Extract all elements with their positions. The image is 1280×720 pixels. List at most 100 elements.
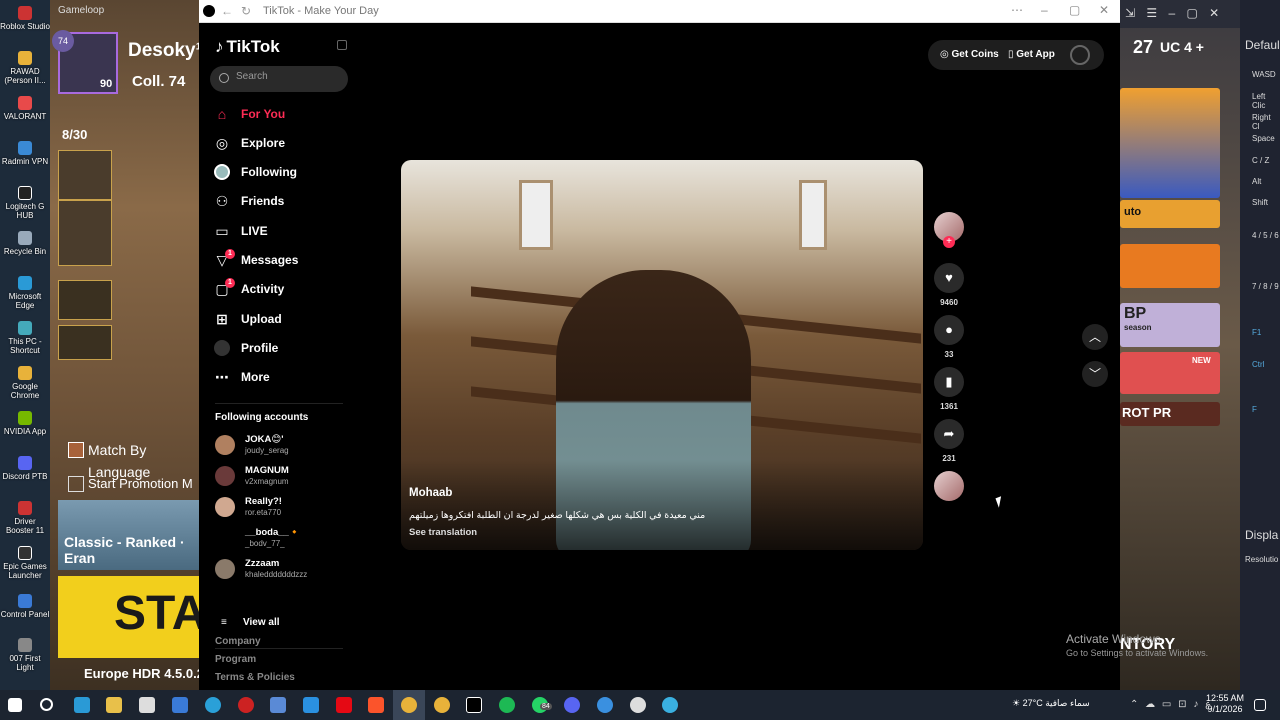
nav-more[interactable]: ⋯ More [213,365,353,389]
region-label: Europe HDR 4.5.0.2 [84,666,204,681]
comment-button[interactable]: ● 33 [933,315,965,359]
sound-button[interactable] [933,471,965,501]
clock[interactable]: 12:55 AM 9/1/2026 [1206,693,1244,715]
start-promotion-checkbox[interactable]: Start Promotion M [66,473,200,495]
live-icon: ▭ [215,223,229,239]
whatsapp-icon[interactable]: 84 [532,697,552,713]
footer-link-terms[interactable]: Terms & Policies [215,672,295,683]
desktop-icon[interactable]: Roblox Studio [0,6,50,31]
chrome-icon[interactable] [434,697,450,713]
nav-upload[interactable]: ⊞ Upload [213,307,353,331]
auto-card[interactable]: uto [1120,200,1220,228]
bp-card[interactable]: BP season [1120,303,1220,347]
nav-for-you[interactable]: ⌂ For You [213,102,353,126]
reload-icon[interactable]: ↻ [241,4,251,18]
app-icon[interactable] [270,697,286,713]
cart-icon[interactable] [1120,244,1220,288]
nav-friends[interactable]: ⚇ Friends [213,189,353,213]
squad-slot[interactable] [58,150,112,200]
rot-card[interactable]: ROT PR [1120,402,1220,426]
get-coins-button[interactable]: ◎ Get Coins [940,49,999,60]
lightning-icon[interactable] [58,280,112,320]
nav-following[interactable]: Following [213,160,353,184]
desktop-icon[interactable]: Discord PTB [0,456,50,481]
app-icon[interactable] [662,697,678,713]
collapse-sidebar-icon[interactable] [337,40,347,50]
desktop-icon[interactable]: Google Chrome [0,366,50,400]
back-icon[interactable]: ← [221,4,233,18]
nav-activity[interactable]: ▢ 1 Activity [213,277,353,301]
search-box[interactable] [210,66,348,92]
desktop-icon[interactable]: Driver Booster 11 [0,501,50,535]
desktop-icon[interactable]: Radmin VPN [0,141,50,166]
nav-explore[interactable]: ◎ Explore [213,131,353,155]
store-icon[interactable] [303,697,319,713]
discord-icon[interactable] [564,697,580,713]
valorant-icon[interactable] [238,697,254,713]
character-card[interactable] [1120,88,1220,198]
footer-link-company[interactable]: Company [215,636,261,647]
desktop-icon[interactable]: Epic Games Launcher [0,546,50,580]
close-icon[interactable]: ✕ [1099,3,1109,17]
desktop-icon[interactable]: RAWAD (Person II... [0,51,50,85]
video-author[interactable]: Mohaab [409,487,452,499]
telegram-icon[interactable] [205,697,221,713]
maximize-icon[interactable]: ▢ [1069,3,1080,17]
creator-avatar-button[interactable]: + [933,212,965,248]
follow-plus-icon[interactable]: + [943,236,955,248]
next-video-button[interactable]: ﹀ [1082,361,1108,387]
file-explorer-icon[interactable] [106,697,122,713]
start-button[interactable]: STAR [58,576,241,658]
get-app-button[interactable]: ▯ Get App [1008,49,1055,60]
like-button[interactable]: ♥ 9460 [933,263,965,307]
calculator-icon[interactable] [139,697,155,713]
account-item[interactable]: Really?! ror.eta770 [215,493,355,521]
app-icon[interactable] [172,697,188,713]
account-item[interactable]: MAGNUM v2xmagnum [215,462,355,490]
desktop-icon[interactable]: Microsoft Edge [0,276,50,310]
netflix-icon[interactable] [336,697,352,713]
system-tray[interactable]: ⌃ ☁ ▭ ⊡ ♪ ع [1130,699,1211,710]
mode-selector[interactable]: Classic - Ranked · Eran [58,500,200,570]
app-icon[interactable] [597,697,613,713]
nav-live[interactable]: ▭ LIVE [213,219,353,243]
video-player[interactable]: Mohaab مني معيدة في الكلية بس هي شكلها ص… [401,160,923,550]
window-controls[interactable]: ⇲ ☰ – ▢ ✕ [1125,6,1219,20]
previous-video-button[interactable]: ︿ [1082,324,1108,350]
edge-icon[interactable] [74,697,90,713]
desktop-icon[interactable]: NVIDIA App [0,411,50,436]
tiktok-logo[interactable]: ♪ TikTok [215,37,280,57]
notification-icon[interactable] [1254,699,1266,711]
app-icon[interactable] [630,697,646,713]
tiktok-icon[interactable] [466,697,482,713]
view-all-link[interactable]: ≡ View all [217,617,280,628]
search-input[interactable] [236,71,336,82]
desktop-icon[interactable]: This PC - Shortcut [0,321,50,355]
see-translation-link[interactable]: See translation [409,527,477,538]
spotify-icon[interactable] [499,697,515,713]
match-by-language-checkbox[interactable]: Match By Language [66,439,200,480]
start-icon[interactable] [8,698,22,712]
account-item[interactable]: JOKA😊' joudy_serag [215,431,355,459]
weather-widget[interactable]: ☀ 27°C سماء صافية [1012,698,1090,709]
nav-messages[interactable]: ▽ 1 Messages [213,248,353,272]
minimize-icon[interactable]: – [1041,3,1048,17]
desktop-icon[interactable]: 007 First Light [0,638,50,672]
more-options-icon[interactable]: ⋯ [1011,3,1023,17]
brave-icon[interactable] [368,697,384,713]
search-icon[interactable] [40,698,53,711]
share-button[interactable]: ➦ 231 [933,419,965,463]
footer-link-program[interactable]: Program [215,654,256,665]
new-event-card[interactable]: NEW [1120,352,1220,394]
account-item[interactable]: Zzzaam khaledddddddzzz [215,555,355,583]
save-button[interactable]: ▮ 1361 [933,367,965,411]
squad-slot[interactable] [58,200,112,266]
desktop-icon[interactable]: Recycle Bin [0,231,50,256]
chrome-taskbar-button[interactable] [393,690,425,720]
nav-profile[interactable]: Profile [213,336,353,360]
account-item[interactable]: __boda__🔸 _bodv_77_ [215,524,355,552]
desktop-icon[interactable]: VALORANT [0,96,50,121]
flag-icon[interactable] [58,325,112,360]
desktop-icon[interactable]: Control Panel [0,594,50,619]
desktop-icon[interactable]: Logitech G HUB [0,186,50,220]
